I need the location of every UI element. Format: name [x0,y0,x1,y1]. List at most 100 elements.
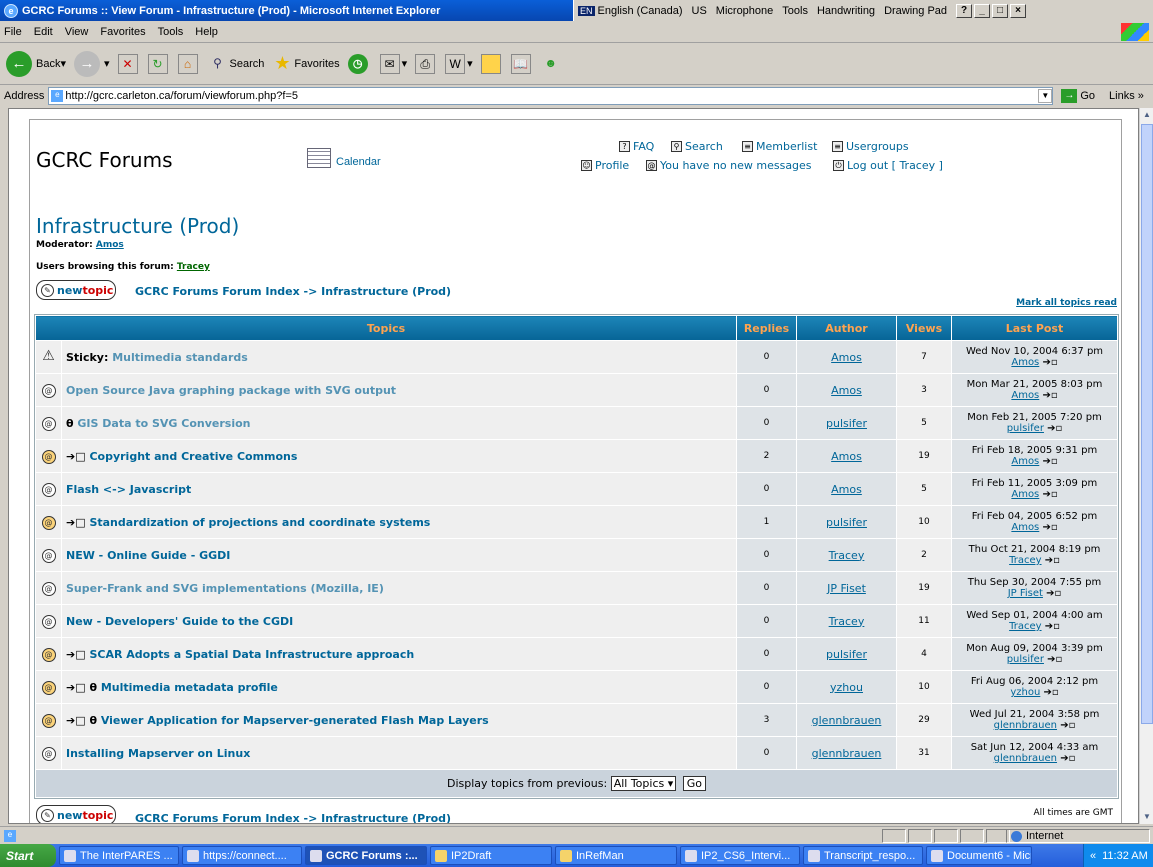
lang-indicator[interactable]: EN [578,5,595,16]
last-post-user-link[interactable]: Amos [1011,357,1039,368]
edit-button[interactable]: W ▾ [445,53,473,74]
author-link[interactable]: Amos [831,384,862,397]
task-ip2-cs6[interactable]: IP2_CS6_Intervi... [680,846,800,865]
calendar-link[interactable]: Calendar [307,148,381,168]
go-to-post-icon[interactable]: ➔▫ [1060,753,1075,764]
favorites-button[interactable]: ★ Favorites [272,54,339,74]
last-post-user-link[interactable]: Tracey [1009,621,1041,632]
mail-button[interactable]: ✉ ▾ [379,53,407,74]
last-post-user-link[interactable]: glennbrauen [994,720,1057,731]
address-input[interactable]: e http://gcrc.carleton.ca/forum/viewforu… [48,87,1054,105]
author-link[interactable]: JP Fiset [827,582,866,595]
research-button[interactable]: 📖 [510,53,533,74]
topic-title-link[interactable]: Viewer Application for Mapserver-generat… [101,714,489,727]
usergroups-link[interactable]: ≡ Usergroups [832,140,909,153]
tools-button[interactable]: Tools [782,5,808,17]
filter-go-button[interactable]: Go [682,776,707,791]
browsing-user-link[interactable]: Tracey [177,262,210,272]
maximize-button[interactable]: □ [992,3,1009,18]
topic-title-link[interactable]: Copyright and Creative Commons [89,450,297,463]
go-to-post-icon[interactable]: ➔▫ [1042,456,1057,467]
author-link[interactable]: yzhou [830,681,863,694]
scroll-up-icon[interactable]: ▲ [1140,108,1153,122]
topic-title-link[interactable]: Multimedia standards [112,351,248,364]
task-interpares[interactable]: The InterPARES ... [59,846,179,865]
profile-link[interactable]: ☺ Profile [581,159,629,172]
forum-title[interactable]: Infrastructure (Prod) [36,214,239,238]
go-to-post-icon[interactable]: ➔▫ [1042,357,1057,368]
close-button[interactable]: × [1010,3,1027,18]
stop-button[interactable]: ✕ [117,53,140,74]
site-title[interactable]: GCRC Forums [36,148,173,172]
tray-chevron[interactable]: « [1090,850,1096,862]
microphone-button[interactable]: Microphone [716,5,773,17]
topic-title-link[interactable]: SCAR Adopts a Spatial Data Infrastructur… [89,648,414,661]
clock[interactable]: 11:32 AM [1102,850,1148,862]
task-inrefman[interactable]: InRefMan [555,846,677,865]
history-button[interactable]: ◷ [347,53,372,74]
last-post-user-link[interactable]: pulsifer [1007,654,1044,665]
home-button[interactable]: ⌂ [177,53,200,74]
author-link[interactable]: Tracey [829,549,865,562]
topic-title-link[interactable]: Standardization of projections and coord… [89,516,430,529]
back-button[interactable]: ← Back ▾ [6,50,66,77]
start-button[interactable]: Start [0,844,56,867]
refresh-button[interactable]: ↻ [147,53,170,74]
moderator-link[interactable]: Amos [96,240,124,250]
logout-link[interactable]: ⏻ Log out [ Tracey ] [833,159,943,172]
menu-edit[interactable]: Edit [34,26,53,38]
topic-title-link[interactable]: Installing Mapserver on Linux [66,747,250,760]
mark-all-read-link[interactable]: Mark all topics read [1016,298,1117,308]
scroll-down-icon[interactable]: ▼ [1140,810,1153,824]
last-post-user-link[interactable]: Amos [1011,522,1039,533]
vertical-scrollbar[interactable]: ▲ ▼ [1139,108,1153,824]
last-post-user-link[interactable]: JP Fiset [1008,588,1043,599]
topic-title-link[interactable]: Multimedia metadata profile [101,681,278,694]
help-icon[interactable]: ? [956,3,973,18]
author-link[interactable]: pulsifer [826,417,867,430]
menu-tools[interactable]: Tools [158,26,184,38]
author-link[interactable]: Amos [831,483,862,496]
scroll-thumb[interactable] [1141,124,1153,724]
handwriting-button[interactable]: Handwriting [817,5,875,17]
topic-title-link[interactable]: Super-Frank and SVG implementations (Moz… [66,582,384,595]
task-gcrc-forums[interactable]: GCRC Forums :... [305,846,427,865]
last-post-user-link[interactable]: yzhou [1010,687,1040,698]
links-button[interactable]: Links » [1109,90,1144,102]
go-to-post-icon[interactable]: ➔▫ [1046,588,1061,599]
go-to-post-icon[interactable]: ➔▫ [1044,687,1059,698]
minimize-button[interactable]: _ [974,3,991,18]
go-to-post-icon[interactable]: ➔▫ [1045,555,1060,566]
author-link[interactable]: glennbrauen [812,714,882,727]
last-post-user-link[interactable]: glennbrauen [994,753,1057,764]
last-post-user-link[interactable]: Tracey [1009,555,1041,566]
topic-title-link[interactable]: Flash <-> Javascript [66,483,191,496]
author-link[interactable]: Amos [831,450,862,463]
go-to-post-icon[interactable]: ➔▫ [1042,522,1057,533]
print-button[interactable]: ⎙ [415,53,437,74]
go-to-post-icon[interactable]: ➔▫ [1047,654,1062,665]
task-ip2draft[interactable]: IP2Draft [430,846,552,865]
menu-help[interactable]: Help [195,26,218,38]
topic-title-link[interactable]: Open Source Java graphing package with S… [66,384,396,397]
go-to-post-icon[interactable]: ➔▫ [1042,489,1057,500]
author-link[interactable]: pulsifer [826,516,867,529]
breadcrumb[interactable]: GCRC Forums Forum Index -> Infrastructur… [135,285,451,298]
topic-title-link[interactable]: GIS Data to SVG Conversion [77,417,250,430]
drawing-pad-button[interactable]: Drawing Pad [884,5,947,17]
new-topic-button-bottom[interactable]: ✎ new topic [36,805,116,823]
search-button[interactable]: ⚲ Search [208,54,264,74]
messenger-button[interactable]: ☻ [541,54,563,74]
faq-link[interactable]: ? FAQ [619,140,654,153]
topic-title-link[interactable]: NEW - Online Guide - GGDI [66,549,230,562]
last-post-user-link[interactable]: Amos [1011,489,1039,500]
new-topic-button[interactable]: ✎ new topic [36,280,116,300]
forward-button[interactable]: → ▾ [74,50,110,77]
topics-period-select[interactable]: All Topics ▾ [610,776,677,791]
task-transcript[interactable]: Transcript_respo... [803,846,923,865]
language-label[interactable]: English (Canada) [598,5,683,17]
menu-view[interactable]: View [65,26,89,38]
keyboard-label[interactable]: US [692,5,707,17]
author-link[interactable]: Amos [831,351,862,364]
go-to-post-icon[interactable]: ➔▫ [1045,621,1060,632]
